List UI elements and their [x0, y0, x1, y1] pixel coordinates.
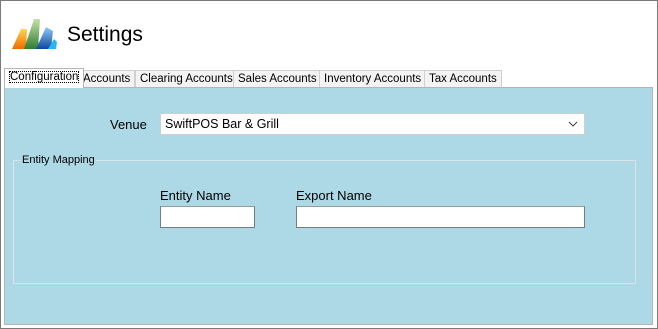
venue-select[interactable]: SwiftPOS Bar & Grill — [160, 113, 585, 135]
tab-configuration[interactable]: Configuration — [4, 68, 85, 88]
tab-clearing-accounts-label: Clearing Accounts — [140, 73, 233, 85]
chevron-down-icon — [568, 121, 578, 127]
tab-accounts[interactable]: Accounts — [78, 70, 136, 88]
tab-configuration-label: Configuration — [9, 71, 80, 83]
tab-sales-accounts-label: Sales Accounts — [238, 73, 317, 85]
configuration-panel: Venue SwiftPOS Bar & Grill Entity Mappin… — [4, 87, 653, 325]
venue-selected-value: SwiftPOS Bar & Grill — [165, 117, 279, 131]
entity-mapping-legend: Entity Mapping — [21, 154, 96, 167]
export-name-label: Export Name — [296, 188, 372, 203]
entity-name-label: Entity Name — [160, 188, 231, 203]
tab-accounts-label: Accounts — [83, 73, 131, 85]
tab-tax-accounts[interactable]: Tax Accounts — [424, 70, 502, 88]
entity-mapping-group: Entity Mapping Entity Name Export Name — [13, 154, 636, 284]
tab-tax-accounts-label: Tax Accounts — [429, 73, 497, 85]
tab-sales-accounts[interactable]: Sales Accounts — [233, 70, 322, 88]
export-name-field[interactable] — [296, 206, 585, 228]
tab-clearing-accounts[interactable]: Clearing Accounts — [135, 70, 238, 88]
tab-inventory-accounts[interactable]: Inventory Accounts — [319, 70, 427, 88]
tab-inventory-accounts-label: Inventory Accounts — [324, 73, 422, 85]
tab-strip: Configuration Accounts Clearing Accounts… — [4, 68, 654, 88]
venue-label: Venue — [110, 117, 147, 132]
entity-name-field[interactable] — [160, 206, 255, 228]
settings-window: Settings Configuration Accounts Clearing… — [0, 0, 658, 329]
page-title: Settings — [67, 23, 143, 46]
dynamics-logo-icon — [12, 19, 57, 49]
